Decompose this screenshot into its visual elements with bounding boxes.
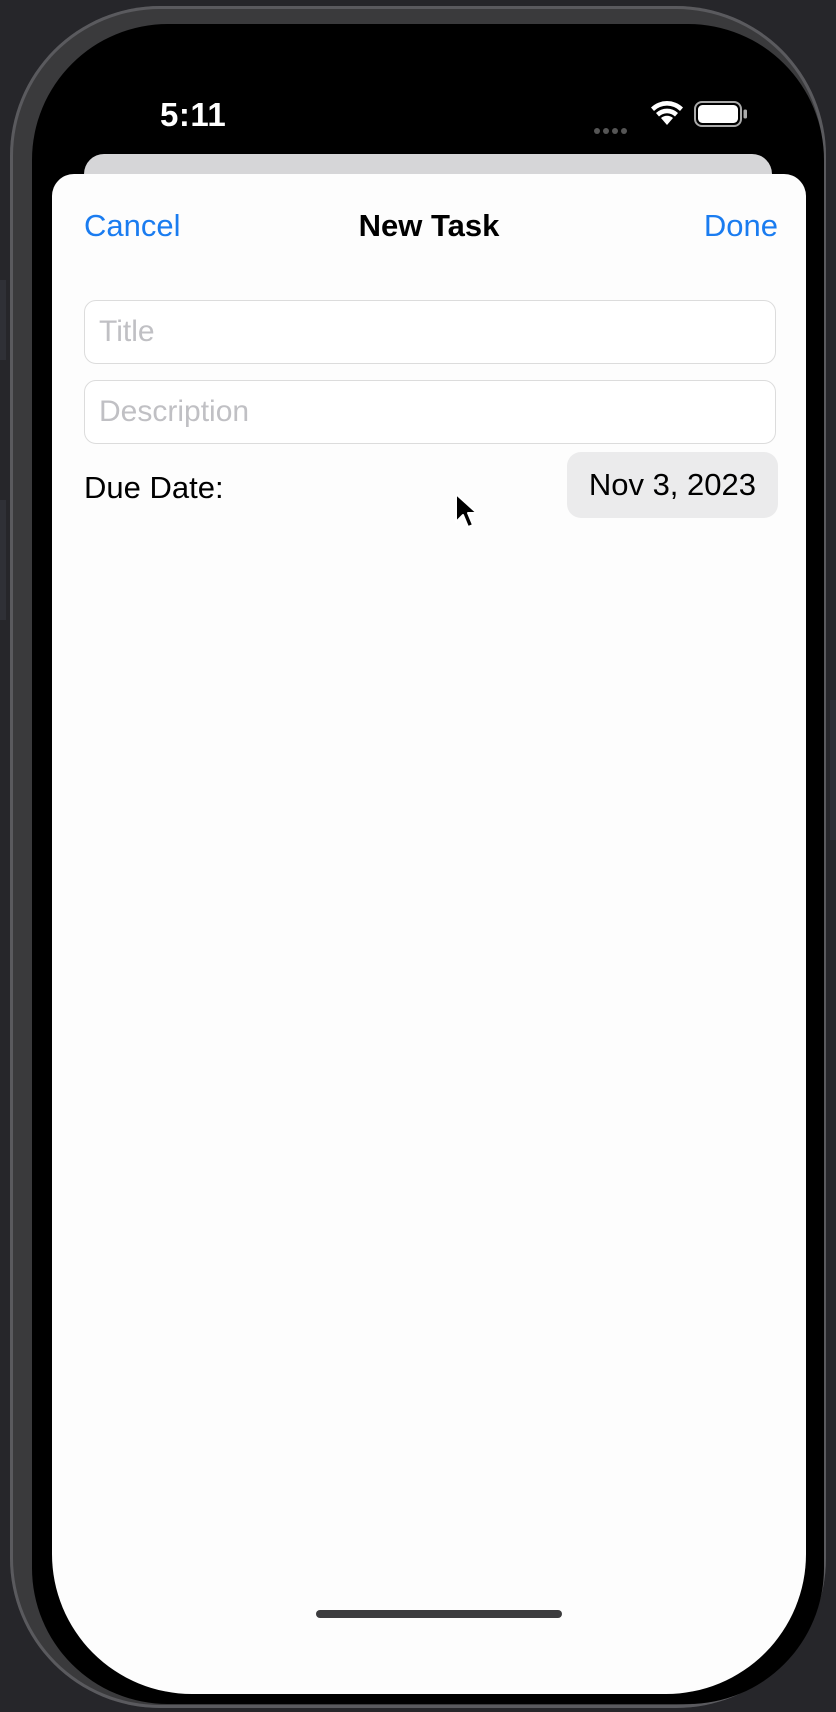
home-indicator — [316, 1610, 562, 1618]
wifi-icon — [651, 101, 683, 125]
status-time: 5:11 — [160, 96, 227, 133]
description-input[interactable] — [84, 380, 776, 444]
desktop-edge-strip — [0, 500, 6, 620]
desktop-background: 5:11 Cancel New Task Done Title Descript… — [0, 0, 836, 1712]
cellular-signal-icon — [594, 121, 636, 134]
desktop-edge-strip — [0, 280, 6, 360]
done-button[interactable]: Done — [704, 208, 778, 244]
title-input[interactable] — [84, 300, 776, 364]
due-date-label: Due Date: — [84, 470, 224, 505]
due-date-picker[interactable]: Nov 3, 2023 — [566, 452, 778, 518]
navigation-bar: Cancel New Task Done — [52, 174, 806, 274]
desktop-edge-strip — [830, 700, 836, 840]
battery-icon — [694, 101, 747, 127]
mouse-pointer-icon — [455, 493, 478, 528]
status-bar: 5:11 — [32, 24, 824, 154]
phone-screen: 5:11 Cancel New Task Done Title Descript… — [32, 24, 824, 1704]
cancel-button[interactable]: Cancel — [84, 208, 181, 244]
new-task-sheet: Cancel New Task Done Due Date: Nov 3, 20… — [52, 174, 806, 1694]
